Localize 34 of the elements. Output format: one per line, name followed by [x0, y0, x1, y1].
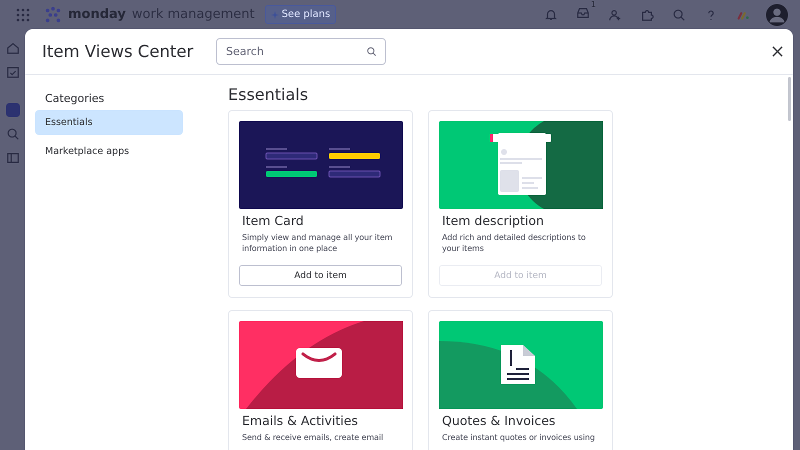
card-title: Item description	[442, 213, 545, 228]
brand-name: monday	[68, 7, 126, 22]
add-to-item-button[interactable]: Add to item	[239, 265, 402, 286]
card-description: Add rich and detailed descriptions to your items	[442, 232, 587, 254]
user-avatar-icon[interactable]	[766, 4, 788, 26]
logo-icon	[44, 6, 62, 24]
inbox-count: 1	[590, 0, 596, 9]
dialog-title: Item Views Center	[42, 42, 194, 61]
invite-person-icon[interactable]	[608, 8, 622, 22]
apps-grid-icon[interactable]	[16, 8, 30, 22]
panel-icon[interactable]	[6, 151, 20, 165]
inbox-icon[interactable]	[576, 6, 590, 20]
puzzle-icon[interactable]	[640, 8, 654, 22]
close-icon[interactable]	[772, 46, 783, 57]
see-plans-button[interactable]: See plans	[264, 5, 336, 24]
card-title: Emails & Activities	[242, 413, 359, 428]
card-title: Quotes & Invoices	[442, 413, 556, 428]
card-description: Simply view and manage all your item information in one place	[242, 232, 394, 254]
search-field[interactable]: Search	[216, 38, 386, 65]
scrollbar[interactable]	[788, 77, 791, 121]
search-icon[interactable]	[6, 127, 20, 141]
home-icon[interactable]	[6, 41, 20, 55]
category-item[interactable]: Marketplace apps	[35, 139, 183, 164]
bell-icon[interactable]	[544, 8, 558, 22]
calendar-check-icon[interactable]	[6, 65, 20, 79]
card-description: Create instant quotes or invoices using	[442, 432, 596, 444]
card-description: Send & receive emails, create email	[242, 432, 384, 444]
card-title: Item Card	[242, 213, 305, 228]
sparkle-icon	[270, 10, 279, 18]
search-icon[interactable]	[672, 8, 686, 22]
search-icon	[366, 46, 377, 57]
category-item[interactable]: Essentials	[35, 110, 183, 135]
section-title: Essentials	[228, 85, 310, 104]
categories-heading: Categories	[44, 91, 106, 107]
